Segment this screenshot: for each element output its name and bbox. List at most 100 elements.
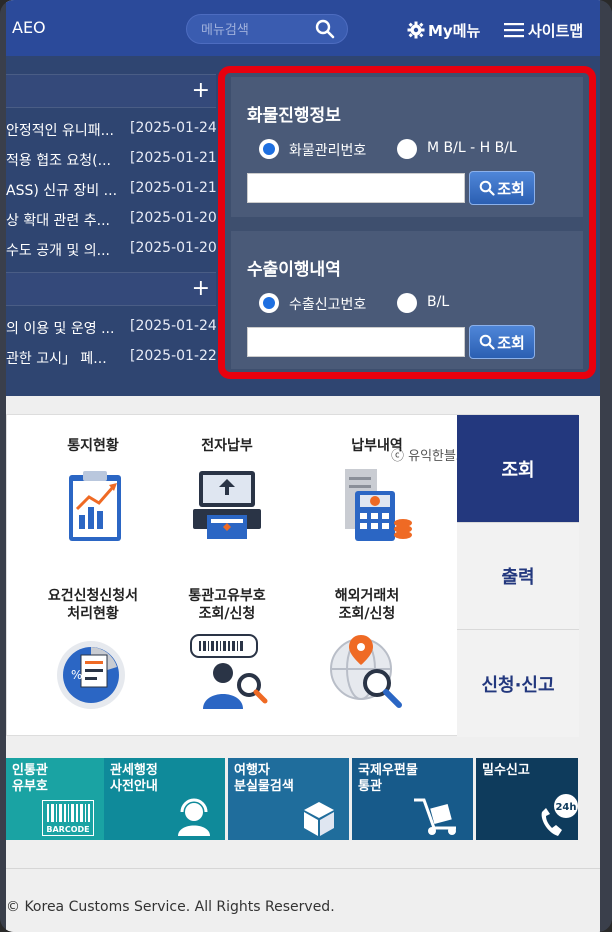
service-label-line2: 조회/신청 — [198, 606, 256, 622]
tile-intl-mail[interactable]: 국제우편물 통관 — [352, 758, 473, 840]
services-panel: 통지현황 전자납부 납부내역 ⓒ 유익한블로그 요건신청신청서 처리현황 % 통… — [6, 414, 579, 737]
tile-smuggling-report[interactable]: 밀수신고 24h — [476, 758, 578, 840]
service-label: 통지현황 — [67, 438, 119, 454]
phone-frame: AEO 메뉴검색 My메뉴 사이트맵 + 안정적인 유니패... [2025-0… — [0, 0, 612, 932]
export-history-section: 수출이행내역 수출신고번호 B/L 조회 — [231, 231, 583, 369]
sitemap-button[interactable]: 사이트맵 — [504, 20, 583, 40]
service-notice-status[interactable]: 통지현황 — [23, 437, 163, 553]
tile-line1: 밀수신고 — [482, 763, 530, 778]
export-number-field[interactable] — [247, 327, 465, 357]
copyright-text: © Korea Customs Service. All Rights Rese… — [6, 899, 335, 915]
news-date: [2025-01-20] — [130, 210, 223, 226]
list-item[interactable]: 의 이용 및 운영 ... [2025-01-24] — [6, 312, 222, 342]
service-label-line2: 처리현황 — [67, 606, 119, 622]
news-title[interactable]: 적용 협조 요청(... — [6, 150, 124, 170]
news-title[interactable]: ASS) 신규 장비 ... — [6, 180, 124, 200]
export-declaration-radio-label[interactable]: 수출신고번호 — [289, 294, 366, 314]
export-search-label: 조회 — [497, 333, 525, 352]
svg-text:%: % — [71, 668, 82, 682]
search-icon — [479, 180, 495, 196]
search-icon[interactable] — [315, 19, 335, 39]
cargo-tracking-inner: 화물진행정보 화물관리번호 M B/L - H B/L 조회 수출이행내역 수출… — [231, 77, 583, 369]
sitemap-label: 사이트맵 — [528, 21, 584, 40]
bl-number-radio[interactable] — [397, 139, 417, 159]
service-label: 전자납부 — [201, 438, 253, 454]
bl-number-radio-label[interactable]: M B/L - H B/L — [427, 140, 517, 156]
mymenu-label: My메뉴 — [428, 21, 481, 40]
service-overseas-partner[interactable]: 해외거래처 조회/신청 — [297, 587, 437, 717]
service-e-payment[interactable]: 전자납부 — [157, 437, 297, 553]
service-label-line1: 요건신청신청서 — [47, 588, 139, 604]
aeo-link[interactable]: AEO — [12, 18, 46, 37]
notice-board-area: + 안정적인 유니패... [2025-01-24] 적용 협조 요청(... … — [6, 56, 600, 396]
tile-line2: 분실물검색 — [234, 779, 294, 794]
cargo-progress-section: 화물진행정보 화물관리번호 M B/L - H B/L 조회 — [231, 77, 583, 217]
tile-line1: 관세행정 — [110, 763, 158, 778]
export-history-title: 수출이행내역 — [247, 260, 341, 280]
tab-application[interactable]: 신청·신고 — [457, 629, 579, 737]
top-header: AEO 메뉴검색 My메뉴 사이트맵 — [6, 0, 600, 56]
section-divider — [231, 217, 583, 231]
list-item[interactable]: ASS) 신규 장비 ... [2025-01-21] — [6, 174, 222, 204]
cargo-progress-title: 화물진행정보 — [247, 106, 341, 126]
service-category-tabs: 조회 출력 신청·신고 — [457, 415, 579, 737]
export-bl-radio-label[interactable]: B/L — [427, 294, 449, 310]
news-title[interactable]: 상 확대 관련 추... — [6, 210, 124, 230]
barcode-badge-text: BARCODE — [46, 825, 89, 834]
tile-line2: 사전안내 — [110, 779, 158, 794]
search-icon — [479, 334, 495, 350]
cargo-search-button[interactable]: 조회 — [469, 171, 535, 205]
news-title[interactable]: 수도 공개 및 의... — [6, 240, 124, 260]
news-title[interactable]: 안정적인 유니패... — [6, 120, 124, 140]
list1-header: + — [6, 74, 216, 108]
cargo-number-radio[interactable] — [259, 139, 279, 159]
service-label-line2: 조회/신청 — [338, 606, 396, 622]
tab-label: 출력 — [501, 567, 535, 588]
service-requirement-status[interactable]: 요건신청신청서 처리현황 % — [23, 587, 163, 717]
news-date: [2025-01-22] — [130, 348, 223, 364]
device-edge — [600, 0, 612, 932]
phone-24h-badge-text: 24h — [555, 802, 576, 813]
tab-print[interactable]: 출력 — [457, 522, 579, 629]
service-label-line1: 해외거래처 — [334, 588, 400, 604]
mymenu-button[interactable]: My메뉴 — [407, 20, 480, 40]
news-title[interactable]: 관한 고시」 폐... — [6, 348, 124, 368]
phone-24h-icon: 24h — [541, 794, 578, 836]
headset-agent-icon — [178, 798, 210, 836]
hand-truck-icon — [414, 798, 456, 835]
tile-lost-baggage[interactable]: 여행자 분실물검색 — [228, 758, 349, 840]
list1-more-button[interactable]: + — [192, 79, 210, 103]
list2-header: + — [6, 272, 216, 306]
list-item[interactable]: 안정적인 유니패... [2025-01-24] — [6, 114, 222, 144]
site-footer: © Korea Customs Service. All Rights Rese… — [6, 868, 600, 932]
cargo-search-label: 조회 — [497, 179, 525, 198]
list-item[interactable]: 적용 협조 요청(... [2025-01-21] — [6, 144, 222, 174]
news-lists: + 안정적인 유니패... [2025-01-24] 적용 협조 요청(... … — [6, 74, 222, 367]
quick-link-tiles: 인통관 유부호 BARCODE 관세행정 사전안내 여행자 분실물검색 국제우편… — [6, 758, 578, 840]
barcode-icon: BARCODE — [42, 800, 94, 836]
pie-document-icon: % — [57, 641, 125, 709]
tab-inquiry[interactable]: 조회 — [457, 415, 579, 522]
list-item[interactable]: 수도 공개 및 의... [2025-01-20] — [6, 234, 222, 264]
menu-search-input[interactable] — [201, 20, 311, 40]
list-item[interactable]: 관한 고시」 폐... [2025-01-22] — [6, 342, 222, 372]
export-bl-radio[interactable] — [397, 293, 417, 313]
card-payment-icon — [193, 471, 261, 539]
news-title[interactable]: 의 이용 및 운영 ... — [6, 318, 124, 338]
receipt-calculator-icon — [345, 469, 412, 541]
export-declaration-radio[interactable] — [259, 293, 279, 313]
list2-more-button[interactable]: + — [192, 277, 210, 301]
menu-search-box[interactable] — [186, 14, 348, 44]
export-search-button[interactable]: 조회 — [469, 325, 535, 359]
news-date: [2025-01-24] — [130, 318, 223, 334]
news-date: [2025-01-21] — [130, 150, 223, 166]
service-label-line1: 통관고유부호 — [188, 588, 266, 604]
service-customs-code[interactable]: 통관고유부호 조회/신청 — [157, 587, 297, 717]
hamburger-menu-icon — [504, 23, 524, 38]
cargo-number-radio-label[interactable]: 화물관리번호 — [289, 140, 366, 160]
list-item[interactable]: 상 확대 관련 추... [2025-01-20] — [6, 204, 222, 234]
tile-line1: 국제우편물 — [358, 763, 418, 778]
tile-advance-notice[interactable]: 관세행정 사전안내 — [104, 758, 225, 840]
cargo-tracking-panel: 화물진행정보 화물관리번호 M B/L - H B/L 조회 수출이행내역 수출… — [218, 66, 596, 379]
cargo-number-field[interactable] — [247, 173, 465, 203]
